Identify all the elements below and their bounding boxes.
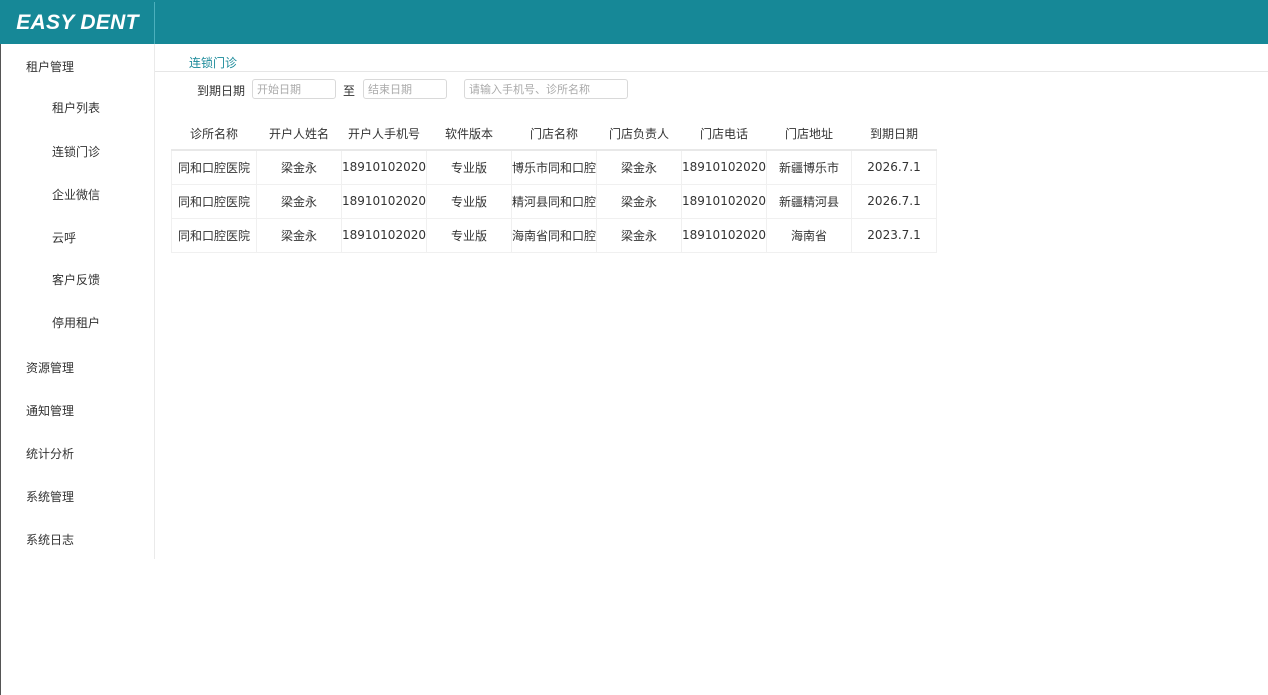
sidebar-item-disabled-tenants[interactable]: 停用租户 bbox=[52, 313, 100, 333]
table-cell: 专业版 bbox=[426, 150, 512, 185]
column-header: 开户人姓名 bbox=[256, 118, 342, 151]
table-cell: 同和口腔医院 bbox=[171, 150, 257, 185]
expiry-date-label: 到期日期 bbox=[197, 84, 246, 98]
sidebar-group-notification-management[interactable]: 通知管理 bbox=[26, 401, 74, 421]
column-header: 门店地址 bbox=[766, 118, 852, 151]
table-cell: 2026.7.1 bbox=[851, 150, 938, 185]
sidebar-item-chain-clinic[interactable]: 连锁门诊 bbox=[52, 142, 100, 162]
clinic-table: 诊所名称 开户人姓名 开户人手机号 软件版本 门店名称 门店负责人 门店电话 门… bbox=[171, 118, 938, 253]
table-cell: 同和口腔医院 bbox=[171, 218, 257, 253]
column-header: 开户人手机号 bbox=[341, 118, 427, 151]
sidebar-item-cloud-call[interactable]: 云呼 bbox=[52, 228, 76, 248]
table-cell: 18910102020 bbox=[681, 218, 768, 253]
sidebar-group-system-management[interactable]: 系统管理 bbox=[26, 487, 74, 507]
table-cell: 梁金永 bbox=[596, 150, 683, 185]
table-cell: 18910102020 bbox=[341, 150, 427, 185]
table-row[interactable]: 同和口腔医院 梁金永 18910102020 专业版 海南省同和口腔 梁金永 1… bbox=[171, 218, 938, 253]
table-cell: 18910102020 bbox=[681, 184, 768, 219]
table-cell: 梁金永 bbox=[596, 184, 683, 219]
table-row[interactable]: 同和口腔医院 梁金永 18910102020 专业版 博乐市同和口腔 梁金永 1… bbox=[171, 150, 938, 185]
end-date-input[interactable] bbox=[363, 79, 447, 99]
column-header: 门店名称 bbox=[511, 118, 597, 151]
sidebar-item-customer-feedback[interactable]: 客户反馈 bbox=[52, 270, 100, 290]
table-cell: 专业版 bbox=[426, 184, 512, 219]
table-cell: 2026.7.1 bbox=[851, 184, 938, 219]
app-logo: EASY DENT bbox=[16, 11, 139, 34]
column-header: 到期日期 bbox=[851, 118, 937, 151]
column-header: 门店电话 bbox=[681, 118, 767, 151]
column-header: 门店负责人 bbox=[596, 118, 682, 151]
table-cell: 专业版 bbox=[426, 218, 512, 253]
table-cell: 18910102020 bbox=[681, 150, 768, 185]
sidebar-group-statistics[interactable]: 统计分析 bbox=[26, 444, 74, 464]
sidebar-group-resource-management[interactable]: 资源管理 bbox=[26, 358, 74, 378]
column-header: 诊所名称 bbox=[171, 118, 257, 151]
sidebar-item-tenant-list[interactable]: 租户列表 bbox=[52, 98, 100, 118]
tab-bar: 连锁门诊 bbox=[155, 44, 1268, 72]
table-cell: 梁金永 bbox=[256, 150, 342, 185]
table-cell: 海南省 bbox=[766, 218, 853, 253]
date-range-separator: 至 bbox=[343, 84, 356, 98]
table-header-row: 诊所名称 开户人姓名 开户人手机号 软件版本 门店名称 门店负责人 门店电话 门… bbox=[171, 118, 937, 151]
sidebar-item-wecom[interactable]: 企业微信 bbox=[52, 185, 100, 205]
table-cell: 博乐市同和口腔 bbox=[511, 150, 598, 185]
tab-chain-clinic[interactable]: 连锁门诊 bbox=[189, 54, 237, 71]
table-cell: 梁金永 bbox=[256, 184, 342, 219]
sidebar-nav: 租户管理 租户列表 连锁门诊 企业微信 云呼 客户反馈 停用租户 资源管理 通知… bbox=[1, 44, 155, 559]
sidebar-group-system-log[interactable]: 系统日志 bbox=[26, 530, 74, 550]
start-date-input[interactable] bbox=[252, 79, 336, 99]
table-cell: 新疆博乐市 bbox=[766, 150, 853, 185]
table-cell: 2023.7.1 bbox=[851, 218, 938, 253]
table-cell: 同和口腔医院 bbox=[171, 184, 257, 219]
table-cell: 18910102020 bbox=[341, 218, 427, 253]
table-row[interactable]: 同和口腔医院 梁金永 18910102020 专业版 精河县同和口腔 梁金永 1… bbox=[171, 184, 938, 219]
column-header: 软件版本 bbox=[426, 118, 512, 151]
top-header-bar bbox=[0, 0, 1268, 44]
table-cell: 精河县同和口腔 bbox=[511, 184, 598, 219]
table-cell: 18910102020 bbox=[341, 184, 427, 219]
table-cell: 梁金永 bbox=[256, 218, 342, 253]
sidebar-group-tenant-management[interactable]: 租户管理 bbox=[26, 57, 74, 77]
logo-area: EASY DENT bbox=[1, 2, 155, 44]
table-cell: 梁金永 bbox=[596, 218, 683, 253]
table-cell: 新疆精河县 bbox=[766, 184, 853, 219]
table-cell: 海南省同和口腔 bbox=[511, 218, 598, 253]
search-input[interactable] bbox=[464, 79, 628, 99]
